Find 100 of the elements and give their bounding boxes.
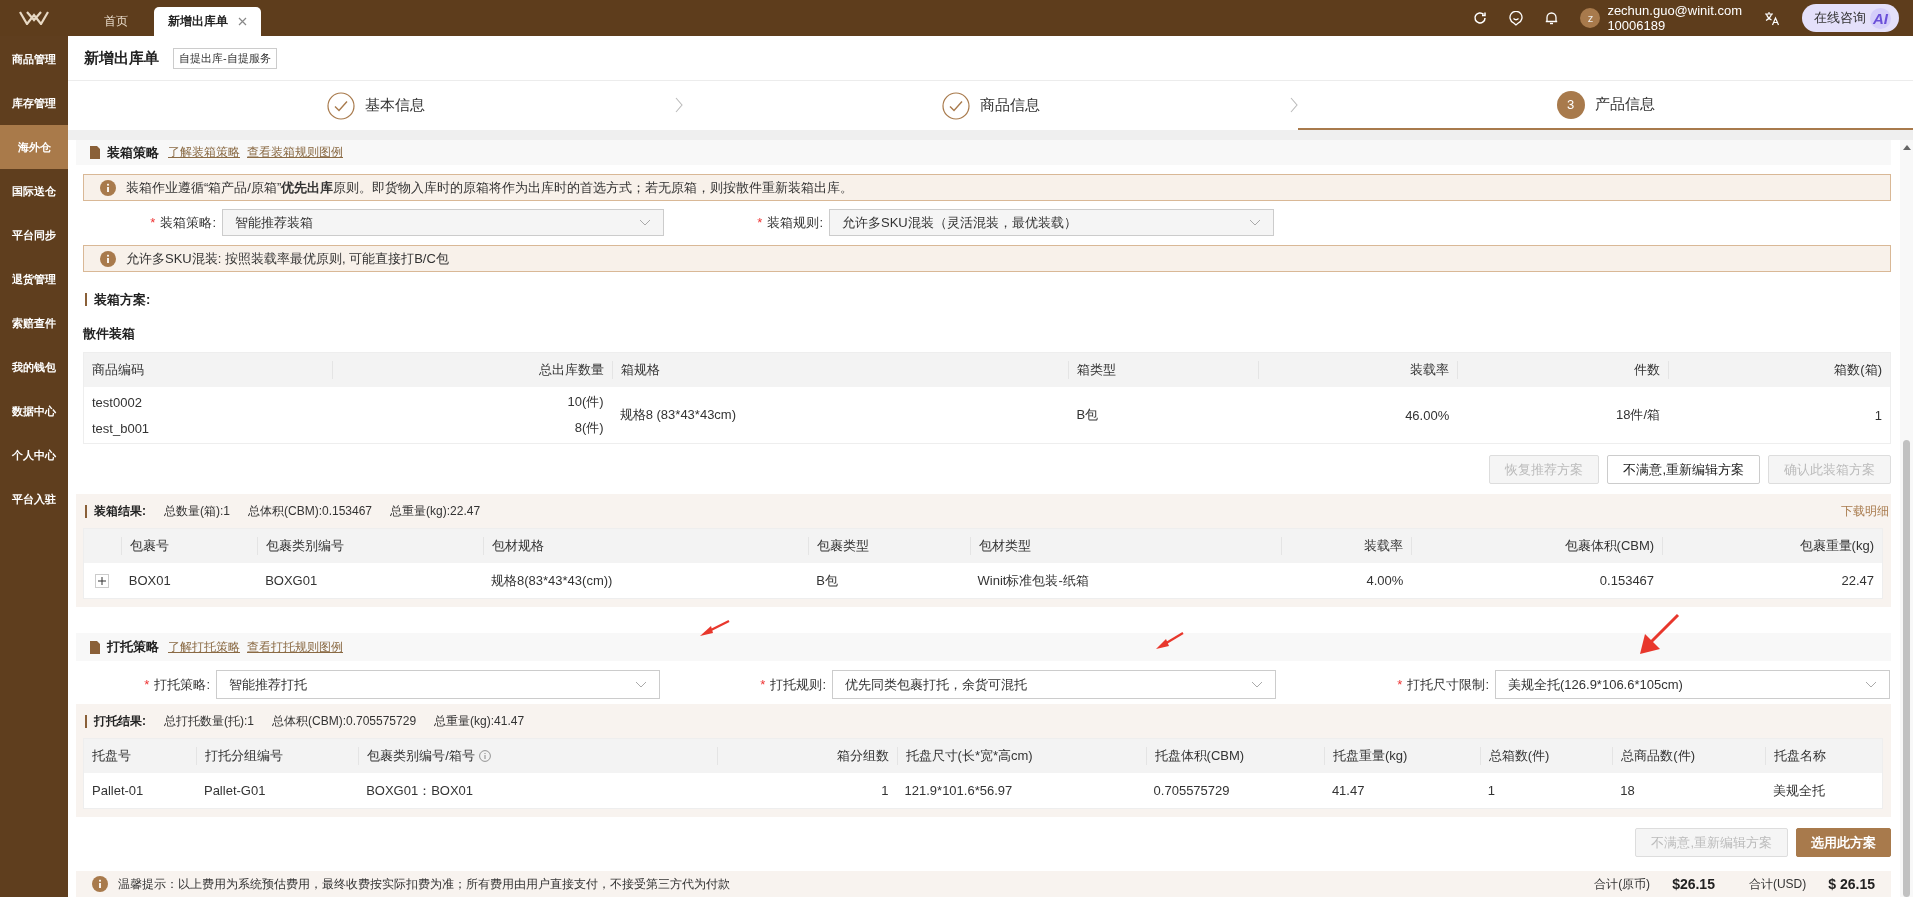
table-cell-text: 121.9*101.6*56.97 (903, 783, 1014, 799)
select-field[interactable]: 允许多SKU混装（灵活混装，最优装载） (829, 209, 1274, 237)
column-header: 箱规格 (611, 361, 1069, 380)
table-cell-text: BOX01 (127, 573, 172, 589)
document-icon (90, 146, 100, 159)
user-email: zechun.guo@winit.com (1607, 3, 1742, 18)
subsection-title: 装箱结果: (94, 503, 146, 518)
notice-text: 允许多SKU混装: 按照装载率最优原则, 可能直接打B/C包 (126, 249, 449, 268)
sidebar-item[interactable]: 商品管理 (0, 37, 68, 81)
step-number: 3 (1556, 90, 1585, 119)
help-link[interactable]: 了解装箱策略 (168, 144, 240, 161)
annotation-arrow (1156, 632, 1184, 649)
summary-text: 总体积(CBM):0.705575729 (272, 712, 417, 730)
column-header: 托盘号 (92, 747, 131, 766)
online-consult-button[interactable]: 在线咨询 AI (1802, 4, 1899, 32)
action-button[interactable]: 不满意,重新编辑方案 (1607, 455, 1760, 485)
total-label: 合计(USD) (1748, 875, 1807, 893)
table-cell-text: 18件/箱 (1615, 406, 1662, 425)
column-header: 托盘名称 (1773, 747, 1826, 766)
column-header: 总出库数量 (331, 361, 612, 380)
summary-text: 总重量(kg):41.47 (434, 712, 525, 730)
table-cell-text: 8(件) (573, 419, 605, 438)
column-header: 包裹类别编号/箱号 (367, 747, 475, 766)
help-link[interactable]: 了解打托策略 (168, 638, 240, 656)
translate-icon[interactable] (1764, 10, 1780, 26)
table-cell-text: 10(件) (566, 393, 605, 412)
action-button[interactable]: 选用此方案 (1796, 828, 1891, 858)
column-header: 包裹号 (120, 537, 258, 556)
chevron-down-icon (1251, 681, 1263, 689)
scroll-up-icon[interactable] (1902, 144, 1911, 150)
column-header: 装载率 (1281, 537, 1412, 556)
column-header: 打托分组编号 (204, 747, 283, 766)
document-icon (90, 640, 100, 654)
page-title: 新增出库单 (84, 48, 159, 68)
annotation-arrow (700, 620, 730, 636)
select-field[interactable]: 美规全托(126.9*106.6*105cm) (1495, 670, 1890, 700)
refresh-icon[interactable] (1473, 11, 1488, 25)
table-cell-text: BOXG01 (264, 573, 319, 589)
sidebar-item[interactable]: 数据中心 (0, 389, 68, 433)
group-title: 散件装箱 (83, 325, 136, 344)
close-icon[interactable] (238, 17, 247, 26)
column-header: 箱类型 (1068, 361, 1259, 380)
logo-icon (19, 11, 49, 25)
notice-text: 装箱作业遵循“箱产品/原箱”优先出库原则。即货物入库时的原箱将作为出库时的首选方式；若无原箱，则按散件重新装箱出库。 (126, 178, 854, 197)
sidebar-item[interactable]: 平台入驻 (0, 477, 68, 521)
table-cell-text: 46.00% (1404, 407, 1451, 423)
section-title: 装箱策略 (107, 143, 159, 162)
table-cell-text: B包 (1075, 406, 1100, 425)
sidebar-item[interactable]: 我的钱包 (0, 345, 68, 389)
info-icon (100, 250, 116, 267)
total-amount: $ 26.15 (1828, 876, 1875, 893)
field-label: 装箱规则: (767, 213, 823, 232)
sidebar-item[interactable]: 国际送仓 (0, 169, 68, 213)
smiley-icon[interactable] (1509, 10, 1524, 26)
summary-text: 总重量(kg):22.47 (390, 502, 481, 520)
column-header: 箱分组数 (836, 747, 889, 766)
info-icon (92, 876, 108, 893)
table-cell-text: 美规全托 (1771, 781, 1826, 800)
sidebar-item[interactable]: 平台同步 (0, 213, 68, 257)
subsection-title: 打托结果: (94, 713, 146, 728)
column-header: 包裹类型 (808, 537, 970, 556)
total-label: 合计(原币) (1594, 875, 1651, 893)
help-link[interactable]: 查看打托规则图例 (247, 638, 343, 656)
sidebar-item[interactable]: 库存管理 (0, 81, 68, 125)
chevron-down-icon (1865, 681, 1877, 689)
required-mark: * (760, 677, 766, 693)
column-header: 商品编码 (91, 361, 145, 380)
sidebar-item[interactable]: 个人中心 (0, 433, 68, 477)
scrollbar[interactable] (1900, 140, 1913, 897)
required-mark: * (144, 677, 150, 693)
bell-icon[interactable] (1545, 11, 1559, 25)
column-header: 托盘重量(kg) (1332, 747, 1408, 766)
table-cell-text: Winit标准包装-纸箱 (976, 571, 1090, 590)
column-header: 件数 (1457, 361, 1669, 380)
sidebar-item[interactable]: 退货管理 (0, 257, 68, 301)
page-tab[interactable]: 首页 (80, 7, 152, 36)
chevron-down-icon (635, 681, 647, 689)
expand-button[interactable] (95, 573, 110, 588)
table-cell-text: 规格8(83*43*43(cm)) (490, 571, 614, 590)
table-cell-text: 18 (1619, 783, 1636, 799)
page-tab[interactable]: 新增出库单 (154, 7, 261, 36)
help-link[interactable]: 查看装箱规则图例 (247, 144, 343, 161)
chevron-down-icon (1249, 219, 1261, 227)
download-link[interactable]: 下载明细 (1841, 502, 1889, 520)
column-header: 包裹体积(CBM) (1411, 537, 1663, 556)
required-mark: * (757, 215, 763, 231)
column-header: 包裹重量(kg) (1662, 537, 1882, 556)
select-field[interactable]: 智能推荐打托 (216, 670, 660, 700)
column-header: 箱数(箱) (1668, 361, 1890, 380)
select-field[interactable]: 智能推荐装箱 (222, 209, 664, 237)
select-field[interactable]: 优先同类包裹打托，余货可混托 (832, 670, 1276, 700)
sidebar-item[interactable]: 索赔查件 (0, 301, 68, 345)
sidebar-item[interactable]: 海外仓 (0, 125, 68, 169)
step-item: 商品信息 (683, 81, 1298, 130)
field-label: 装箱策略: (160, 213, 216, 232)
table-cell-text: 41.47 (1330, 783, 1366, 799)
subsection-title: 装箱方案: (94, 292, 151, 308)
column-header: 托盘尺寸(长*宽*高cm) (905, 747, 1033, 766)
required-mark: * (1397, 677, 1403, 693)
step-item: 基本信息 (68, 81, 683, 130)
